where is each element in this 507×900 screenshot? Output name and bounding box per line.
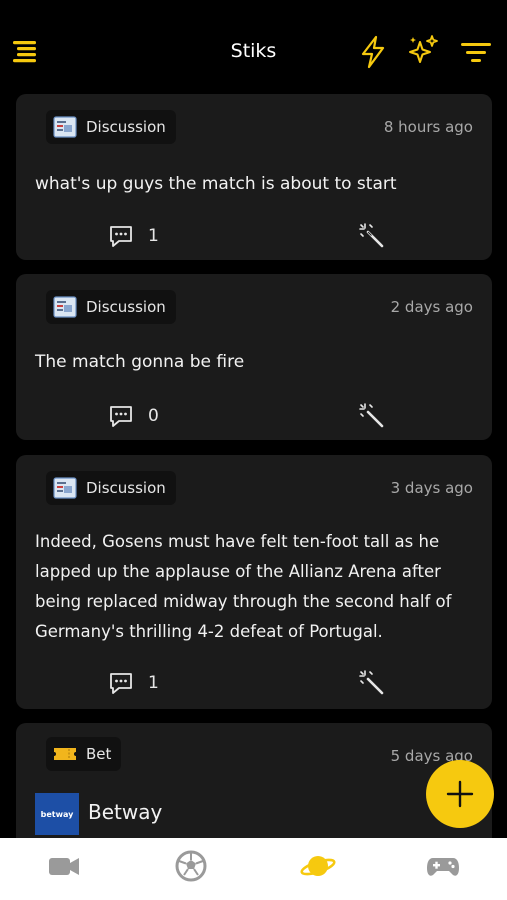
tag-label: Discussion [86, 298, 166, 316]
post-text: what's up guys the match is about to sta… [35, 174, 397, 194]
tab-video[interactable] [44, 846, 84, 886]
discussion-tag-icon [53, 116, 77, 138]
plus-icon [446, 780, 474, 808]
post-card[interactable]: Discussion 8 hours ago what's up guys th… [16, 94, 492, 260]
sparkles-icon[interactable] [405, 34, 441, 70]
soccer-ball-icon [175, 850, 207, 882]
tag-label: Discussion [86, 479, 166, 497]
post-card[interactable]: Bet 5 days ago betway Betway [16, 723, 492, 838]
bet-name: Betway [88, 800, 163, 824]
tag-label: Discussion [86, 118, 166, 136]
tab-games[interactable] [423, 846, 463, 886]
ticket-icon [54, 748, 76, 760]
planet-icon [300, 856, 336, 876]
comment-count: 1 [148, 673, 159, 693]
betway-logo: betway [35, 793, 79, 835]
comment-icon [110, 226, 132, 247]
post-card[interactable]: Discussion 2 days ago The match gonna be… [16, 274, 492, 440]
post-tag: Discussion [46, 471, 176, 505]
post-tag: Bet [46, 737, 122, 771]
video-camera-icon [49, 858, 79, 875]
tab-community[interactable] [298, 846, 338, 886]
comments-button[interactable]: 1 [108, 224, 159, 248]
betway-logo-text: betway [40, 809, 74, 819]
comment-icon [110, 406, 132, 427]
magic-wand-icon[interactable] [358, 402, 386, 430]
discussion-tag-icon [53, 477, 77, 499]
tab-football[interactable] [171, 846, 211, 886]
post-text: The match gonna be fire [35, 352, 245, 372]
post-feed[interactable]: Discussion 8 hours ago what's up guys th… [0, 92, 507, 838]
post-time: 3 days ago [390, 479, 473, 497]
tag-label: Bet [86, 745, 112, 763]
app-header: Stiks [0, 0, 507, 92]
discussion-tag-icon [53, 296, 77, 318]
lightning-icon[interactable] [355, 34, 391, 70]
post-tag: Discussion [46, 110, 176, 144]
bottom-tab-bar [0, 838, 507, 900]
comment-count: 1 [148, 226, 159, 246]
post-text: Indeed, Gosens must have felt ten-foot t… [35, 532, 452, 641]
post-time: 8 hours ago [383, 118, 473, 136]
gamepad-icon [427, 858, 459, 876]
filter-icon[interactable] [458, 34, 494, 70]
post-tag: Discussion [46, 290, 176, 324]
magic-wand-icon[interactable] [358, 222, 386, 250]
post-card[interactable]: Discussion 3 days ago Indeed, Gosens mus… [16, 455, 492, 709]
comment-count: 0 [148, 406, 159, 426]
comment-icon [110, 673, 132, 694]
magic-wand-icon[interactable] [358, 669, 386, 697]
comments-button[interactable]: 0 [108, 404, 159, 428]
post-time: 2 days ago [390, 298, 473, 316]
comments-button[interactable]: 1 [108, 671, 159, 695]
create-post-button[interactable] [426, 760, 494, 828]
